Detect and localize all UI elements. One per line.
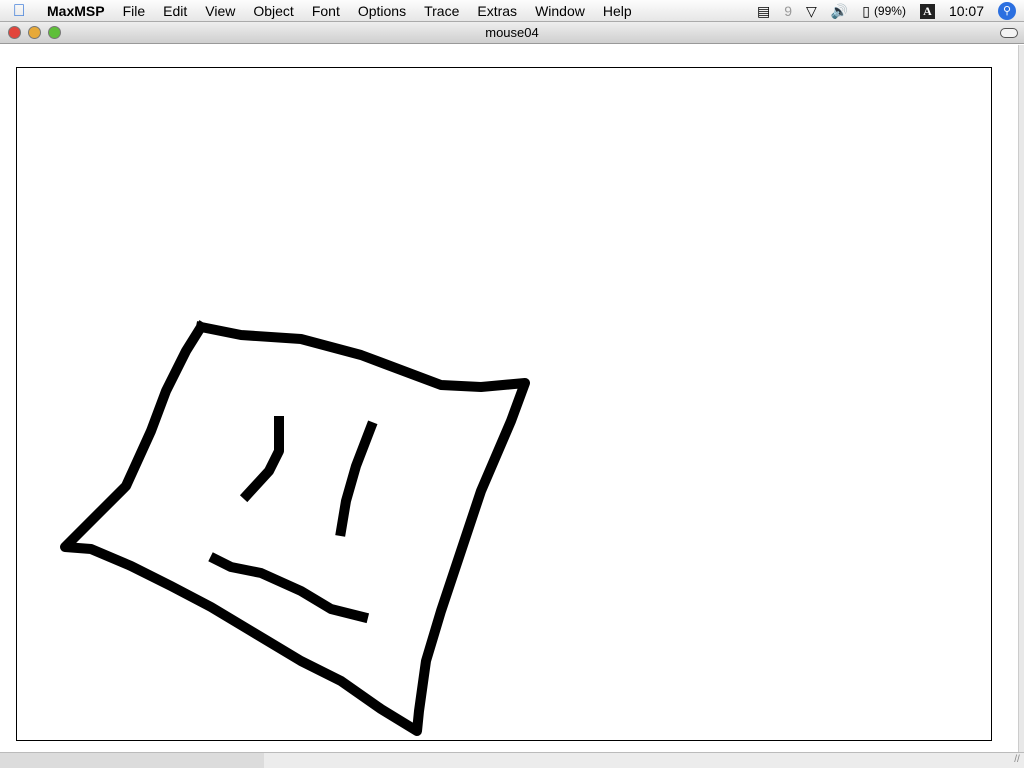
window-title-bar[interactable]: mouse04 [0, 22, 1024, 44]
minimize-button[interactable] [28, 26, 41, 39]
apple-menu-icon[interactable]:  [0, 1, 38, 21]
status-area: ▤ 9 ▽ 🔊 ▯ (99%) A 10:07 ⚲ [757, 0, 1024, 22]
menu-app[interactable]: MaxMSP [38, 3, 114, 19]
input-menu-icon[interactable]: A [919, 3, 935, 19]
clock[interactable]: 10:07 [949, 3, 984, 19]
mouth-stroke [208, 552, 370, 624]
menu-bar:  MaxMSP File Edit View Object Font Opti… [0, 0, 1024, 22]
menu-options[interactable]: Options [349, 3, 415, 19]
face-outline-stroke [60, 320, 530, 736]
volume-icon[interactable]: 🔊 [831, 3, 848, 20]
menu-help[interactable]: Help [594, 3, 641, 19]
battery-percent[interactable]: (99%) [874, 4, 906, 18]
display-icon[interactable]: ▤ [757, 3, 770, 20]
drawing [60, 320, 530, 736]
window-title: mouse04 [485, 25, 539, 40]
wifi-icon[interactable]: ▽ [806, 3, 817, 20]
lcd-drawing-canvas[interactable] [16, 67, 992, 741]
vertical-scrollbar[interactable] [1018, 45, 1024, 752]
close-button[interactable] [8, 26, 21, 39]
zoom-button[interactable] [48, 26, 61, 39]
horizontal-scrollbar[interactable]: // [0, 752, 1024, 768]
right-eye-stroke [335, 420, 378, 537]
patcher-window [0, 45, 1018, 752]
sync-icon[interactable]: 9 [784, 3, 792, 19]
scroll-thumb[interactable] [0, 753, 264, 768]
menu-file[interactable]: File [114, 3, 155, 19]
menu-view[interactable]: View [196, 3, 244, 19]
left-eye-stroke [239, 416, 284, 503]
menu-object[interactable]: Object [244, 3, 302, 19]
menu-edit[interactable]: Edit [154, 3, 196, 19]
menu-extras[interactable]: Extras [468, 3, 526, 19]
menu-trace[interactable]: Trace [415, 3, 468, 19]
menu-font[interactable]: Font [303, 3, 349, 19]
toolbar-toggle-button[interactable] [1000, 28, 1018, 38]
spotlight-icon[interactable]: ⚲ [998, 2, 1016, 20]
resize-grip-icon[interactable]: // [1010, 754, 1024, 768]
menu-window[interactable]: Window [526, 3, 594, 19]
battery-icon[interactable]: ▯ [862, 3, 870, 20]
